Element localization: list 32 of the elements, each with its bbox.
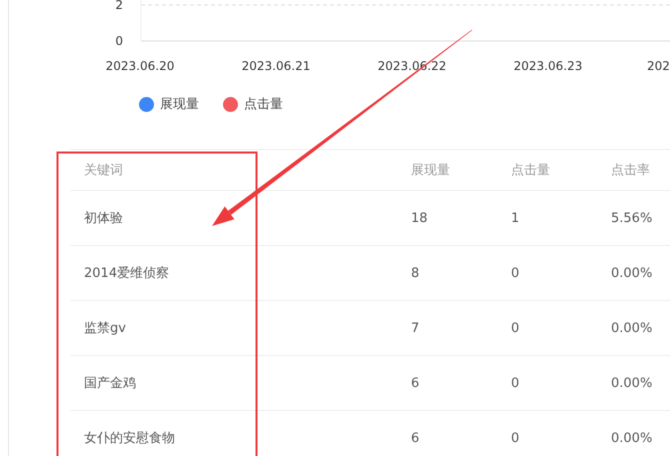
table-cell-text: 8	[411, 266, 420, 280]
table-cell-text: 国产金鸡	[84, 375, 137, 392]
legend-label: 展现量	[160, 96, 199, 113]
table-cell-text: 0.00%	[611, 266, 654, 280]
table-cell-text: 6	[411, 430, 420, 446]
column-header: 点击量	[511, 162, 551, 179]
table-cell-text: 0.00%	[611, 430, 654, 446]
table-cell-text: 6	[411, 376, 420, 390]
table-cell-text: 0.00%	[611, 376, 654, 390]
table-cell-text: 5.56%	[611, 210, 654, 226]
table-cell-text: 2014爱维侦察	[84, 265, 170, 282]
table-cell-text: 1	[511, 210, 520, 226]
column-header: 点击率	[611, 162, 651, 179]
table-cell-text: 0	[511, 266, 520, 280]
x-tick-label: 2023.06.23	[514, 59, 582, 73]
table-cell-text: 18	[411, 210, 429, 226]
table-cell-text: 0	[511, 376, 520, 390]
column-header: 展现量	[411, 162, 451, 179]
x-tick-label: 2023.06.20	[106, 59, 174, 73]
table-cell-text: 0	[511, 430, 520, 446]
table-cell-text: 监禁gv	[84, 320, 127, 337]
x-tick-label: 202	[647, 59, 670, 73]
x-tick-label: 2023.06.21	[242, 59, 310, 73]
table-cell-text: 女仆的安慰食物	[84, 430, 176, 447]
table-cell-text: 0	[511, 320, 520, 336]
column-header: 关键词	[84, 162, 124, 179]
table-cell-text: 0.00%	[611, 320, 654, 336]
y-tick-label: 2	[115, 0, 123, 12]
table-cell-text: 7	[411, 320, 420, 336]
y-tick-label: 0	[115, 34, 123, 48]
legend-label: 点击量	[244, 96, 283, 113]
table-cell-text: 初体验	[84, 210, 124, 227]
